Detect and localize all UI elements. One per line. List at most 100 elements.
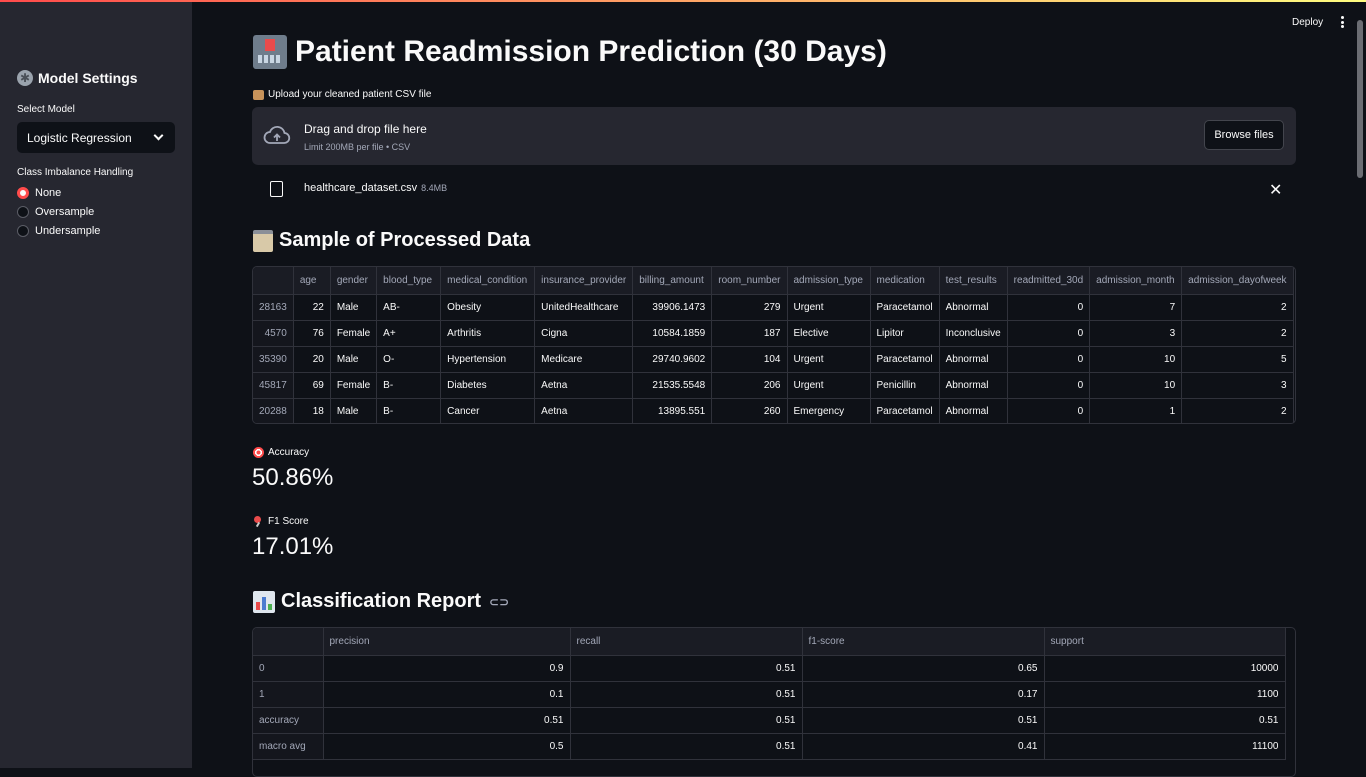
table-cell: Paracetamol	[870, 346, 940, 373]
table-cell: Abnormal	[939, 346, 1008, 373]
sample-data-table[interactable]: age gender blood_type medical_condition insu…	[252, 266, 1296, 424]
table-cell: 10	[1089, 372, 1183, 399]
close-icon[interactable]: ✕	[1269, 180, 1282, 200]
table-cell: 0	[1007, 320, 1091, 347]
sidebar-title: ✱ Model Settings	[17, 70, 138, 86]
classification-report-table[interactable]: precision recall f1-score support 0 0.9 0.51 0…	[252, 627, 1296, 777]
gear-icon: ✱	[17, 70, 33, 86]
table-cell: 3	[1181, 372, 1294, 399]
table-cell: 206	[711, 372, 788, 399]
table-cell: Male	[330, 346, 378, 373]
radio-unselected-icon	[17, 225, 29, 237]
f1-label-text: F1 Score	[268, 516, 309, 527]
table-cell: 0.51	[802, 707, 1045, 734]
scrollbar[interactable]	[1357, 20, 1363, 178]
table-cell: 10584.1859	[632, 320, 713, 347]
radio-oversample[interactable]: Oversample	[17, 206, 94, 218]
table-cell: Diabetes	[440, 372, 536, 399]
table-cell: O-	[376, 346, 442, 373]
table-cell: 1	[1089, 398, 1183, 423]
table-row[interactable]: macro avg 0.5 0.51 0.41 11100	[253, 733, 1286, 760]
column-header[interactable]: test_results	[939, 267, 1008, 295]
table-cell: 21535.5548	[632, 372, 713, 399]
f1-value: 17.01%	[252, 533, 334, 560]
table-row[interactable]: 0 0.9 0.51 0.65 10000	[253, 655, 1286, 682]
column-header[interactable]: admission_type	[787, 267, 871, 295]
table-row[interactable]: 35390 20 Male O- Hypertension Medicare 29740.9…	[253, 346, 1294, 373]
column-header[interactable]: admission_month	[1089, 267, 1183, 295]
column-header[interactable]: billing_amount	[632, 267, 713, 295]
upload-label: Upload your cleaned patient CSV file	[253, 89, 431, 100]
table-row[interactable]: 28163 22 Male AB- Obesity UnitedHealthcare 399…	[253, 294, 1294, 321]
browse-files-button[interactable]: Browse files	[1204, 120, 1284, 150]
column-header[interactable]: f1-score	[802, 628, 1045, 656]
column-header[interactable]: age	[293, 267, 331, 295]
table-cell: 11100	[1044, 733, 1286, 760]
column-header[interactable]: medical_condition	[440, 267, 536, 295]
link-icon[interactable]: ⊂⊃	[489, 595, 509, 609]
select-model-label: Select Model	[17, 104, 75, 115]
classification-report-title: Classification Report	[281, 590, 482, 612]
table-cell: 69	[293, 372, 331, 399]
table-cell: 3	[1089, 320, 1183, 347]
column-header[interactable]: support	[1044, 628, 1286, 656]
column-header[interactable]: room_number	[711, 267, 788, 295]
table-cell: Penicillin	[870, 372, 940, 399]
upload-cloud-icon	[263, 125, 291, 144]
column-header[interactable]: gender	[330, 267, 378, 295]
classification-report-heading: Classification Report ⊂⊃	[253, 590, 509, 613]
table-cell: 0.17	[802, 681, 1045, 708]
radio-none[interactable]: None	[17, 187, 61, 199]
table-cell: 10	[1089, 346, 1183, 373]
table-cell: 0.51	[570, 707, 803, 734]
table-cell: 0.1	[323, 681, 571, 708]
f1-label: F1 Score	[253, 516, 309, 527]
chevron-down-icon	[153, 130, 164, 141]
radio-selected-icon	[17, 187, 29, 199]
radio-undersample[interactable]: Undersample	[17, 225, 100, 237]
column-header[interactable]: medication	[870, 267, 940, 295]
table-row[interactable]: 4570 76 Female A+ Arthritis Cigna 10584.1859 18…	[253, 320, 1294, 347]
table-row[interactable]: 1 0.1 0.51 0.17 1100	[253, 681, 1286, 708]
sample-data-heading: Sample of Processed Data	[253, 229, 530, 252]
column-header[interactable]: insurance_provider	[534, 267, 634, 295]
row-index: 35390	[253, 346, 294, 373]
column-header[interactable]: precision	[323, 628, 571, 656]
column-header[interactable]	[253, 628, 324, 656]
row-index: 1	[253, 681, 324, 708]
table-cell: Paracetamol	[870, 294, 940, 321]
table-cell: 5	[1181, 346, 1294, 373]
radio-unselected-icon	[17, 206, 29, 218]
table-row[interactable]: accuracy 0.51 0.51 0.51 0.51	[253, 707, 1286, 734]
table-cell: 279	[711, 294, 788, 321]
table-cell: 20	[293, 346, 331, 373]
deploy-button[interactable]: Deploy	[1292, 17, 1323, 28]
table-cell: 1100	[1044, 681, 1286, 708]
table-cell: AB-	[376, 294, 442, 321]
table-row[interactable]: 20288 18 Male B- Cancer Aetna 13895.551 260 Emer…	[253, 398, 1294, 423]
uploaded-file-name: healthcare_dataset.csv 8.4MB	[304, 182, 447, 194]
table-cell: 104	[711, 346, 788, 373]
column-header[interactable]: recall	[570, 628, 803, 656]
table-cell: 2	[1181, 294, 1294, 321]
radio-label: Undersample	[35, 225, 101, 237]
table-cell: 76	[293, 320, 331, 347]
column-header[interactable]: admission_dayofweek	[1181, 267, 1294, 295]
file-dropzone[interactable]: Drag and drop file here Limit 200MB per …	[252, 107, 1296, 165]
table-cell: B-	[376, 398, 442, 423]
main-menu-icon[interactable]	[1341, 16, 1344, 28]
table-cell: Medicare	[534, 346, 634, 373]
table-cell: 39906.1473	[632, 294, 713, 321]
table-row[interactable]: 45817 69 Female B- Diabetes Aetna 21535.5548 20…	[253, 372, 1294, 399]
table-cell: 0	[1007, 346, 1091, 373]
model-select[interactable]: Logistic Regression	[17, 122, 175, 153]
table-cell: Urgent	[787, 346, 871, 373]
column-header[interactable]: blood_type	[376, 267, 442, 295]
table-cell: Paracetamol	[870, 398, 940, 423]
column-header[interactable]	[253, 267, 294, 295]
file-name-text: healthcare_dataset.csv	[304, 182, 418, 194]
column-header[interactable]: readmitted_30d	[1007, 267, 1091, 295]
row-index: 28163	[253, 294, 294, 321]
table-cell: 0.51	[570, 655, 803, 682]
table-cell: 22	[293, 294, 331, 321]
